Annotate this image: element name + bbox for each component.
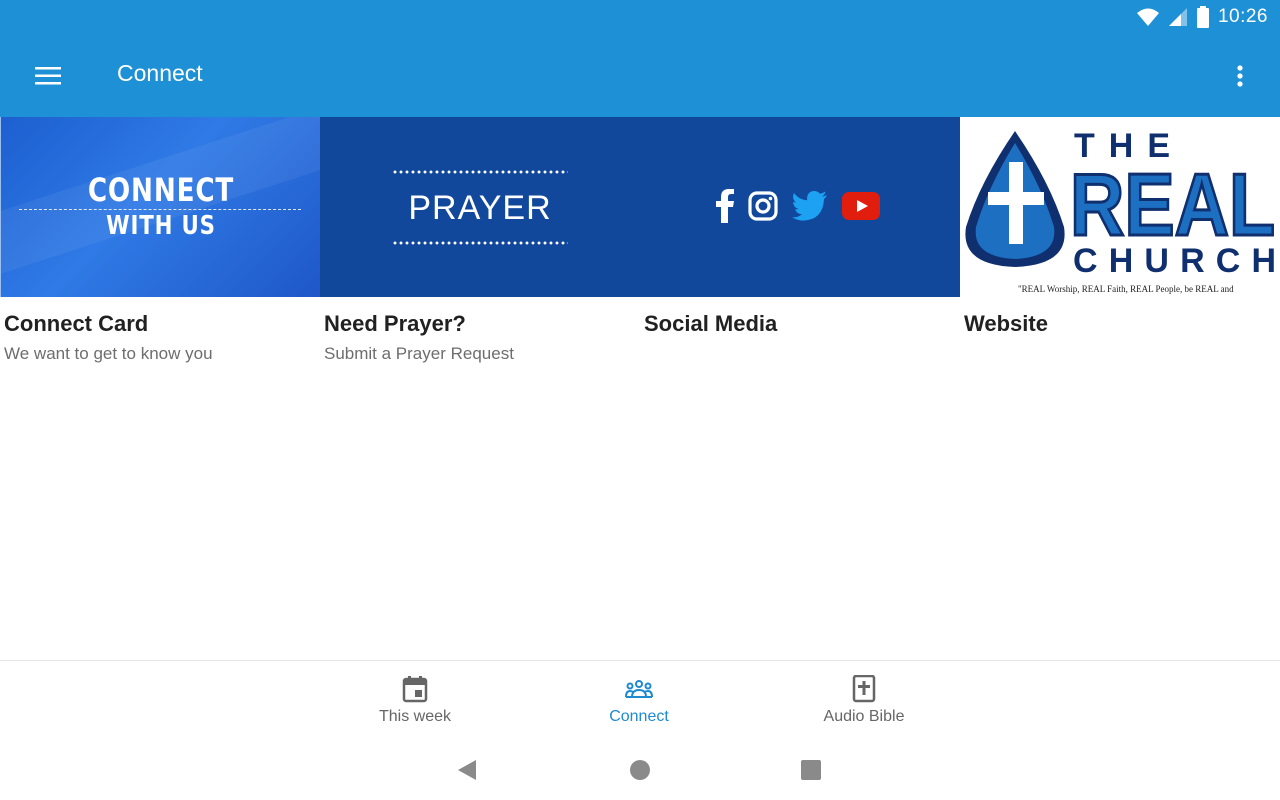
image-text-connect: CONNECT (87, 171, 235, 209)
youtube-icon (842, 192, 880, 220)
logo-text-real: REAL (1070, 155, 1275, 254)
card-title: Website (964, 311, 1048, 336)
calendar-icon (402, 676, 428, 703)
home-icon[interactable] (626, 756, 654, 784)
prayer-request-tile[interactable]: PRAYER Need Prayer? Submit a Prayer Requ… (320, 117, 640, 377)
prayer-image: PRAYER (320, 117, 640, 297)
instagram-icon (748, 191, 778, 221)
wifi-icon (1136, 8, 1159, 26)
nav-label: Audio Bible (823, 708, 905, 725)
page-title: Connect (117, 60, 203, 86)
image-text-with-us: WITH US (106, 211, 216, 241)
church-logo-graphic: THE REAL CHURCH (965, 127, 1277, 280)
people-icon (625, 680, 653, 698)
cell-signal-icon (1168, 8, 1187, 26)
back-icon[interactable] (454, 756, 482, 784)
card-title: Social Media (644, 311, 778, 336)
clock: 10:26 (1217, 6, 1268, 27)
card-title: Need Prayer? (324, 311, 466, 336)
bottom-navigation: This week Connect Audio Bible (0, 660, 1280, 740)
nav-this-week[interactable]: This week (345, 673, 485, 733)
status-bar: 10:26 (0, 0, 1280, 36)
card-subtitle: Submit a Prayer Request (324, 344, 514, 363)
the-real-church-logo: THE REAL CHURCH "REAL Worship, REAL Fait… (960, 117, 1280, 297)
overflow-menu-button[interactable] (1220, 58, 1260, 94)
card-title: Connect Card (4, 311, 149, 336)
recents-icon[interactable] (797, 756, 825, 784)
image-divider (19, 209, 301, 210)
dotted-line-bottom (392, 241, 568, 245)
bible-icon (852, 675, 876, 703)
system-navigation-bar (0, 740, 1280, 800)
dotted-line-top (392, 170, 568, 174)
website-tile[interactable]: THE REAL CHURCH "REAL Worship, REAL Fait… (960, 117, 1280, 377)
nav-label: This week (378, 708, 452, 725)
nav-audio-bible[interactable]: Audio Bible (794, 673, 934, 733)
social-media-image (640, 117, 960, 297)
twitter-icon (792, 191, 827, 221)
status-icons: 10:26 (1136, 5, 1268, 29)
logo-tagline: "REAL Worship, REAL Faith, REAL People, … (1018, 284, 1234, 294)
nav-connect[interactable]: Connect (569, 673, 709, 733)
connect-card-tile[interactable]: CONNECT WITH US Connect Card We want to … (0, 117, 320, 377)
social-icons-row (716, 189, 880, 223)
card-grid: CONNECT WITH US Connect Card We want to … (0, 117, 1280, 377)
connect-with-us-image: CONNECT WITH US (0, 117, 320, 297)
image-text-prayer: PRAYER (408, 189, 552, 227)
more-vert-icon (1237, 65, 1243, 87)
app-bar: Connect (0, 36, 1280, 117)
hamburger-icon (35, 67, 61, 85)
menu-button[interactable] (24, 58, 72, 94)
card-subtitle: We want to get to know you (4, 344, 213, 363)
social-media-tile[interactable]: Social Media (640, 117, 960, 377)
facebook-icon (716, 189, 734, 223)
battery-icon (1196, 6, 1209, 28)
nav-label: Connect (609, 708, 669, 725)
